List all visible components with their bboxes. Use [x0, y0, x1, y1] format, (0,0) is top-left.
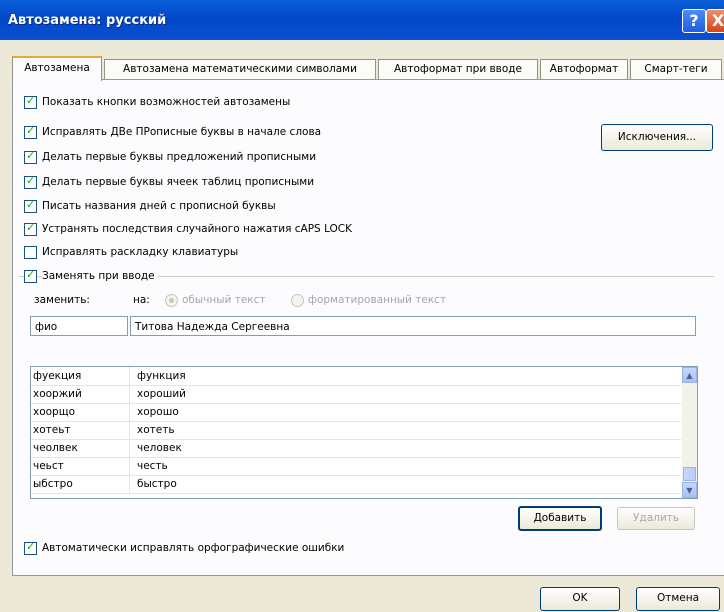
plain-text-radio[interactable] [165, 294, 178, 307]
cancel-button[interactable]: Отмена [636, 587, 720, 611]
tab-autocorrect[interactable]: Автозамена [12, 56, 102, 81]
entry-to: хороший [137, 388, 186, 400]
scroll-thumb[interactable] [683, 467, 696, 481]
caps-lock-label: Устранять последствия случайного нажатия… [42, 223, 353, 235]
entry-to: функция [137, 370, 186, 382]
auto-spelling-checkbox[interactable]: ✓ [24, 540, 37, 555]
list-scrollbar[interactable]: ▲ ▼ [682, 367, 697, 498]
check-icon: ✓ [26, 221, 36, 234]
entry-from: хоорщо [33, 403, 130, 421]
close-button[interactable]: X [706, 9, 724, 33]
replace-typing-label: Заменять при вводе [42, 270, 158, 282]
check-icon: ✓ [26, 149, 36, 162]
with-input[interactable]: Титова Надежда Сергеевна [130, 316, 696, 336]
keyboard-layout-checkbox[interactable] [24, 246, 37, 259]
entry-to: хорошо [137, 406, 179, 418]
entry-from: фуекция [33, 367, 130, 385]
check-icon: ✓ [26, 268, 36, 281]
replace-typing-checkbox[interactable]: ✓ [24, 268, 37, 283]
entry-to: человек [137, 442, 182, 454]
list-item[interactable]: хооржий хороший [31, 385, 681, 404]
caps-lock-checkbox[interactable]: ✓ [24, 221, 37, 236]
title-bar[interactable]: Автозамена: русский ? X [0, 0, 724, 40]
tab-autoformat-as-you-type[interactable]: Автоформат при вводе [378, 59, 538, 79]
two-caps-checkbox[interactable]: ✓ [24, 124, 37, 139]
entry-to: хотеть [137, 424, 175, 436]
entry-from: чеолвек [33, 439, 130, 457]
exceptions-button[interactable]: Исключения... [601, 124, 713, 151]
add-button[interactable]: Добавить [518, 506, 602, 531]
entry-from: ыбстро [33, 475, 130, 493]
list-item[interactable]: чеолвек человек [31, 439, 681, 458]
help-button[interactable]: ? [682, 9, 706, 33]
entry-from: хотеьт [33, 421, 130, 439]
replace-label: заменить: [34, 294, 90, 306]
delete-button[interactable]: Удалить [617, 507, 695, 530]
window-title: Автозамена: русский [8, 13, 167, 28]
entry-from: хооржий [33, 385, 130, 403]
day-names-checkbox[interactable]: ✓ [24, 198, 37, 213]
check-icon: ✓ [26, 94, 36, 107]
scroll-down-icon[interactable]: ▼ [682, 482, 697, 498]
entry-to: честь [137, 460, 168, 472]
tab-autoformat[interactable]: Автоформат [540, 59, 628, 79]
auto-spelling-label: Автоматически исправлять орфографические… [42, 542, 345, 554]
plain-text-label: обычный текст [182, 294, 266, 306]
tab-smart-tags[interactable]: Смарт-теги [630, 59, 722, 79]
tab-math-autocorrect[interactable]: Автозамена математическими символами [104, 59, 376, 79]
check-icon: ✓ [26, 124, 36, 137]
two-caps-label: Исправлять ДВе ПРописные буквы в начале … [42, 126, 322, 138]
scroll-up-icon[interactable]: ▲ [682, 367, 697, 383]
day-names-label: Писать названия дней с прописной буквы [42, 200, 276, 212]
first-cell-checkbox[interactable]: ✓ [24, 174, 37, 189]
formatted-text-radio[interactable] [291, 294, 304, 307]
check-icon: ✓ [26, 198, 36, 211]
list-item[interactable]: чеьст честь [31, 457, 681, 476]
keyboard-layout-label: Исправлять раскладку клавиатуры [42, 246, 239, 258]
autocorrect-dialog: Автозамена: русский ? X Автозамена Автоз… [0, 0, 724, 612]
formatted-text-label: форматированный текст [308, 294, 447, 306]
entry-from: чеьст [33, 457, 130, 475]
autocorrect-list[interactable]: фуекция функция хооржий хороший хоорщо хоро… [30, 366, 698, 499]
check-icon: ✓ [26, 174, 36, 187]
first-sentence-checkbox[interactable]: ✓ [24, 149, 37, 164]
list-item[interactable]: хотеьт хотеть [31, 421, 681, 440]
first-cell-label: Делать первые буквы ячеек таблиц прописн… [42, 176, 315, 188]
show-buttons-label: Показать кнопки возможностей автозамены [42, 96, 291, 108]
list-item[interactable]: ыбстро быстро [31, 475, 681, 494]
list-item[interactable]: фуекция функция [31, 367, 681, 386]
with-label: на: [133, 294, 150, 306]
check-icon: ✓ [26, 540, 36, 553]
first-sentence-label: Делать первые буквы предложений прописны… [42, 151, 317, 163]
tab-strip: Автозамена Автозамена математическими си… [12, 56, 724, 81]
show-buttons-checkbox[interactable]: ✓ [24, 94, 37, 109]
list-item[interactable]: хоорщо хорошо [31, 403, 681, 422]
replace-input[interactable]: фио [30, 316, 128, 336]
ok-button[interactable]: OK [540, 587, 620, 611]
entry-to: быстро [137, 478, 177, 490]
